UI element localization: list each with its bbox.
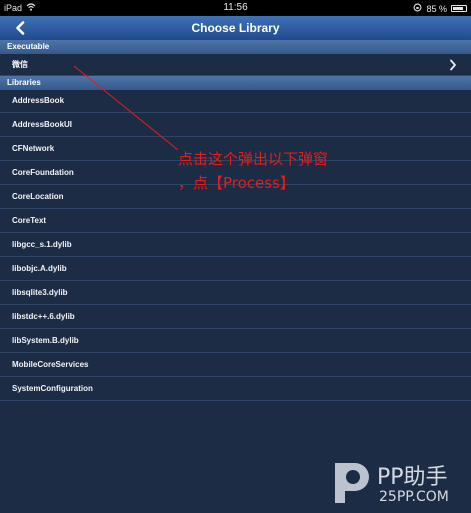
annotation-pointer-line: [73, 65, 179, 151]
annotation-text-line2: ，点【Process】: [178, 174, 295, 192]
watermark-url: 25PP.COM: [379, 489, 449, 505]
watermark-brand: PP助手: [377, 465, 448, 490]
pp-assistant-watermark: PP助手 25PP.COM: [331, 459, 463, 507]
annotation-text-line1: 点击这个弹出以下弹窗: [178, 150, 329, 168]
pp-logo-icon: [335, 463, 369, 503]
